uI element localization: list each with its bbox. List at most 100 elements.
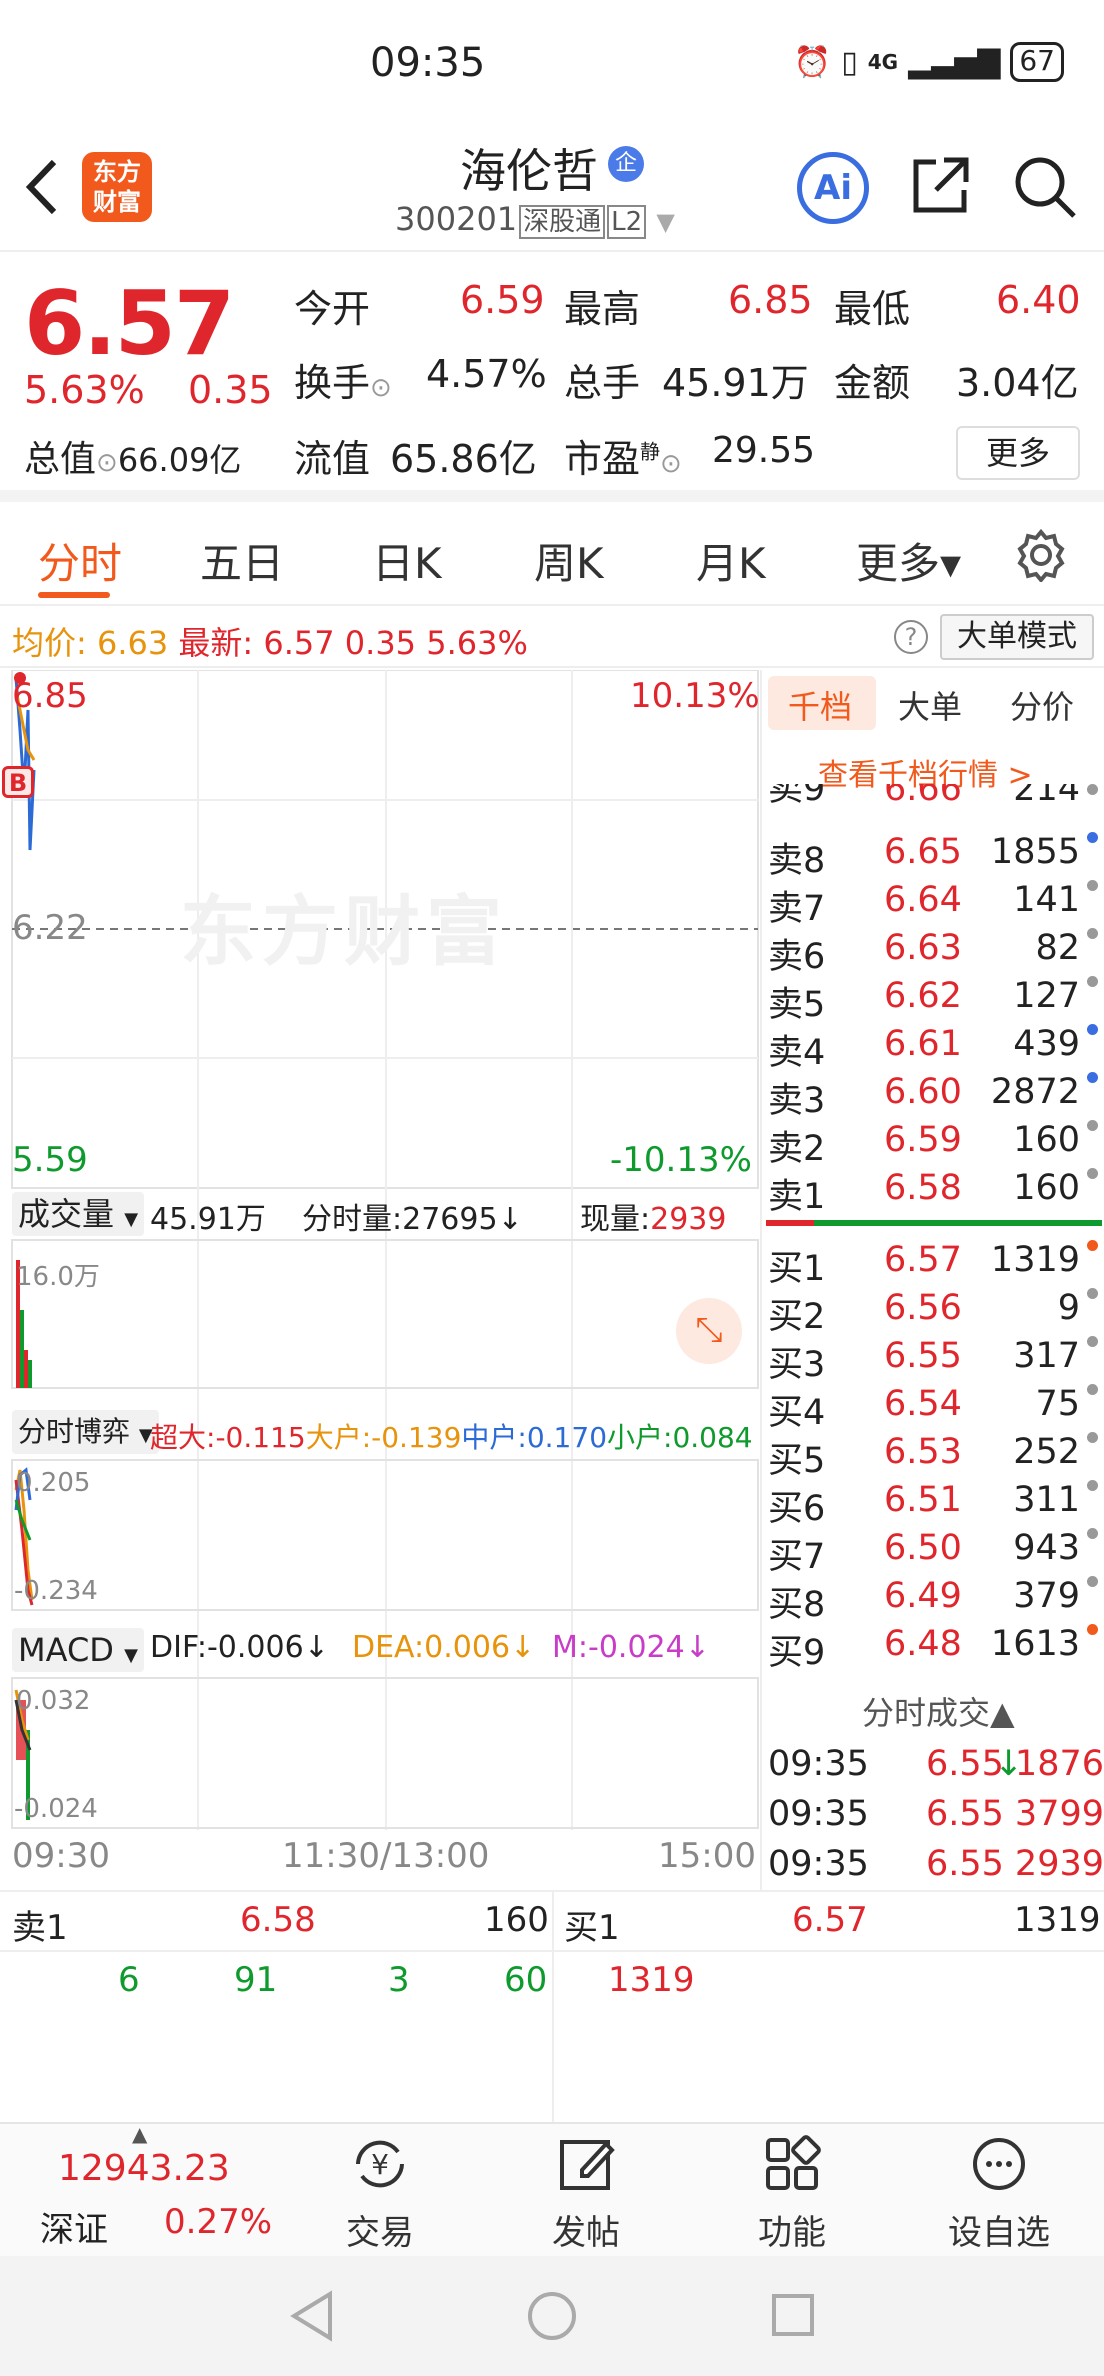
current-volume: 现量:2939 xyxy=(580,1202,727,1237)
ask-row[interactable]: 卖4 6.61 439 xyxy=(762,1024,1104,1073)
ask-row[interactable]: 卖3 6.60 2872 xyxy=(762,1072,1104,1121)
ask-row[interactable]: 卖2 6.59 160 xyxy=(762,1120,1104,1169)
book-tab-price-dist[interactable]: 分价 xyxy=(1010,682,1074,728)
bottom-row-line xyxy=(0,1950,1104,1952)
ask-price: 6.58 xyxy=(884,1168,962,1208)
back-button[interactable] xyxy=(22,152,62,233)
bid-row[interactable]: 买8 6.49 379 xyxy=(762,1576,1104,1625)
system-nav-bar xyxy=(0,2256,1104,2376)
macd-indicator-select[interactable]: MACD ▼ xyxy=(12,1628,144,1672)
ask-row[interactable]: 卖1 6.58 160 xyxy=(762,1168,1104,1217)
bid-price: 6.53 xyxy=(884,1432,962,1472)
bottom-sell-price: 6.58 xyxy=(240,1900,316,1940)
macd-dif: DIF:-0.006↓ xyxy=(150,1630,329,1665)
function-grid-icon xyxy=(766,2135,821,2190)
bottom-buy-label: 买1 xyxy=(564,1908,620,1948)
low-value: 6.40 xyxy=(996,278,1081,322)
intraday-chart[interactable]: 6.85 10.13% B 6.22 东方财富 5.59 -10.13% 成交量… xyxy=(0,670,760,1890)
tab-intraday[interactable]: 分时 xyxy=(38,530,122,591)
book-tab-big-order[interactable]: 大单 xyxy=(898,682,962,728)
nav-header: 东方 财富 海伦哲 企 300201 深股通 L2 ▼ Ai xyxy=(0,130,1104,252)
bottom-buy-price: 6.57 xyxy=(792,1900,868,1940)
indicator-dot-icon xyxy=(1087,1480,1098,1491)
open-label: 今开 xyxy=(294,287,371,331)
tab-more[interactable]: 更多▾ xyxy=(856,530,961,591)
bid-row[interactable]: 买9 6.48 1613 xyxy=(762,1624,1104,1673)
indicator-dot-icon xyxy=(1087,976,1098,987)
settings-gear-icon[interactable] xyxy=(1014,528,1068,586)
ask-row[interactable]: 卖5 6.62 127 xyxy=(762,976,1104,1025)
bid-label: 买3 xyxy=(768,1345,826,1385)
ask-price: 6.59 xyxy=(884,1120,962,1160)
big-order-mode-button[interactable]: 大单模式 xyxy=(940,614,1094,660)
indicator-dot-icon xyxy=(1087,1168,1098,1179)
game-indicator-select[interactable]: 分时博弈 ▼ xyxy=(12,1410,159,1454)
bottom-quote: 卖1 6.58 160 买1 6.57 1319 6 91 3 60 1319 xyxy=(0,1890,1104,2122)
nav-functions[interactable]: 功能 xyxy=(742,2132,842,2254)
bid-price: 6.54 xyxy=(884,1384,962,1424)
index-widget[interactable]: ▲ 12943.23 深证 0.27% xyxy=(40,2122,280,2258)
bid-row[interactable]: 买3 6.55 317 xyxy=(762,1336,1104,1385)
ask-row[interactable]: 卖7 6.64 141 xyxy=(762,880,1104,929)
bid-row[interactable]: 买6 6.51 311 xyxy=(762,1480,1104,1529)
index-value: 12943.23 xyxy=(58,2148,230,2189)
indicator-dot-icon xyxy=(1087,784,1098,795)
book-tab-thousand[interactable]: 千档 xyxy=(788,682,852,728)
more-quote-button[interactable]: 更多 xyxy=(956,426,1080,480)
index-pct: 0.27% xyxy=(164,2202,273,2242)
sell-queue-item: 91 xyxy=(234,1960,278,2000)
float-cap-label: 流值 xyxy=(294,437,371,481)
status-icons: ⏰ ▯ 4G ▂▃▅▇ 67 xyxy=(794,42,1064,82)
nav-post[interactable]: 发帖 xyxy=(536,2132,636,2254)
indicator-dot-icon xyxy=(1087,1624,1098,1635)
ask-row[interactable]: 卖8 6.65 1855 xyxy=(762,832,1104,881)
price-high-label: 6.85 xyxy=(12,676,88,716)
trades-title[interactable]: 分时成交▲ xyxy=(862,1688,1015,1734)
tab-monthly-k[interactable]: 月K xyxy=(696,530,766,591)
search-icon[interactable] xyxy=(1012,154,1078,224)
ai-button[interactable]: Ai xyxy=(797,152,869,224)
trade-time: 09:35 xyxy=(768,1794,869,1834)
trade-price: 6.55 xyxy=(926,1844,1004,1884)
indicator-dot-icon xyxy=(1087,1072,1098,1083)
bid-row[interactable]: 买4 6.54 75 xyxy=(762,1384,1104,1433)
nav-add-watchlist[interactable]: 设自选 xyxy=(936,2132,1062,2254)
volume-label: 总手 xyxy=(564,361,641,405)
volume-indicator-select[interactable]: 成交量 ▼ xyxy=(12,1192,145,1236)
signal-icon: ▂▃▅▇ xyxy=(908,44,1001,80)
bid-row[interactable]: 买1 6.57 1319 xyxy=(762,1240,1104,1289)
ask-label: 卖6 xyxy=(768,937,826,977)
bid-row[interactable]: 买2 6.56 9 xyxy=(762,1288,1104,1337)
indicator-dot-icon xyxy=(1087,1336,1098,1347)
system-recents-icon[interactable] xyxy=(770,2292,816,2338)
nav-trade[interactable]: ¥ 交易 xyxy=(330,2132,430,2254)
app-logo[interactable]: 东方 财富 xyxy=(82,152,152,222)
add-watchlist-icon xyxy=(973,2138,1025,2190)
macd-low: -0.024 xyxy=(14,1794,98,1824)
bid-label: 买7 xyxy=(768,1537,826,1577)
system-back-icon[interactable] xyxy=(288,2290,336,2342)
bid-volume: 9 xyxy=(1057,1288,1080,1328)
ask-partial-row[interactable]: 卖9 6.66 214 xyxy=(762,784,1104,812)
bid-row[interactable]: 买5 6.53 252 xyxy=(762,1432,1104,1481)
tab-daily-k[interactable]: 日K xyxy=(372,530,442,591)
bid-row[interactable]: 买7 6.50 943 xyxy=(762,1528,1104,1577)
ask-row[interactable]: 卖6 6.63 82 xyxy=(762,928,1104,977)
expand-icon[interactable]: ⤡ xyxy=(676,1298,742,1364)
bid-label: 买9 xyxy=(768,1633,826,1673)
ask-label: 卖3 xyxy=(768,1081,826,1121)
indicator-dot-icon xyxy=(1087,1384,1098,1395)
system-home-icon[interactable] xyxy=(526,2290,578,2342)
tab-weekly-k[interactable]: 周K xyxy=(534,530,604,591)
amount-value: 3.04亿 xyxy=(956,361,1079,405)
trade-row: 09:35 6.55 2939 xyxy=(762,1844,1104,1892)
buy-marker[interactable]: B xyxy=(2,766,34,798)
stock-code-row[interactable]: 300201 深股通 L2 ▼ xyxy=(395,200,675,239)
tag-l2: L2 xyxy=(607,205,647,239)
vibrate-icon: ▯ xyxy=(841,44,858,80)
share-icon[interactable] xyxy=(908,154,972,222)
help-icon[interactable]: ? xyxy=(894,620,928,654)
ask-price: 6.65 xyxy=(884,832,962,872)
bid-price: 6.48 xyxy=(884,1624,962,1664)
tab-five-day[interactable]: 五日 xyxy=(200,530,284,591)
